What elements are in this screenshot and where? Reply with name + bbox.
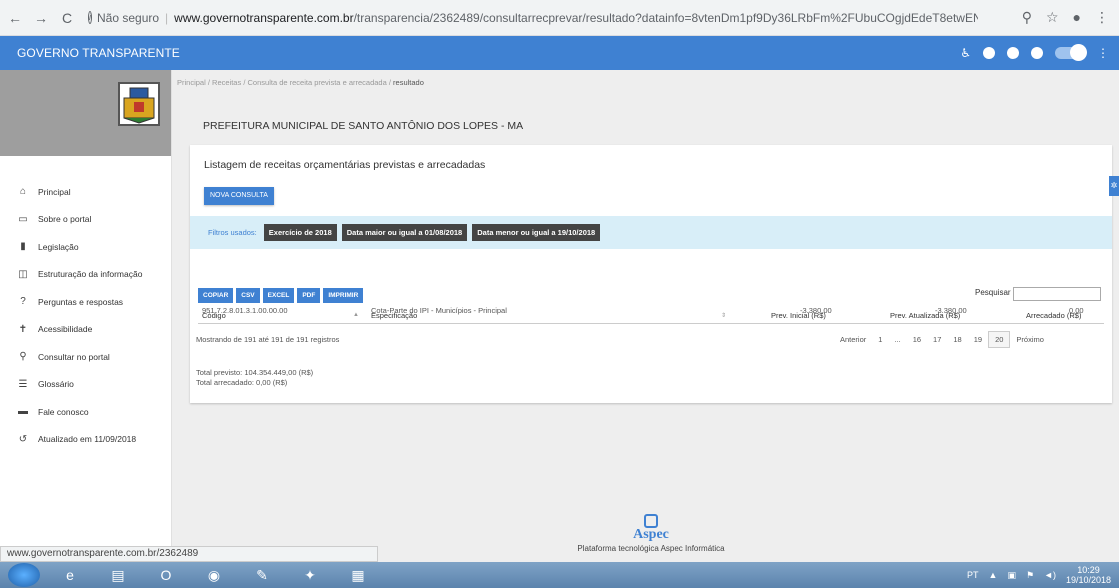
clock-time: 10:29 [1077, 565, 1100, 575]
history-icon: ↺ [18, 433, 28, 445]
sidebar: ⌂ Principal ▭ Sobre o portal ▮ Legislação ◫… [0, 70, 172, 546]
sort-asc-icon[interactable]: ▲ [353, 312, 359, 318]
sidebar-item-acessibilidade[interactable]: ✝ Acessibilidade [0, 316, 171, 344]
sidebar-item-sobre[interactable]: ▭ Sobre o portal [0, 206, 171, 234]
question-icon: ? [20, 296, 26, 308]
print-button[interactable]: IMPRIMIR [323, 288, 364, 303]
accessibility-icon: ✝ [18, 323, 28, 335]
file-explorer-icon[interactable]: ▤ [98, 563, 138, 587]
flag-icon[interactable]: ⚑ [1026, 570, 1034, 581]
sidebar-item-label: Perguntas e respostas [38, 296, 124, 307]
side-widget-tab[interactable]: ✲ [1109, 176, 1119, 196]
sidebar-item-principal[interactable]: ⌂ Principal [0, 178, 171, 206]
language-indicator[interactable]: PT [967, 570, 979, 580]
os-taskbar: e ▤ O ◉ ✎ ✦ ▦ PT ▲ ▣ ⚑ ◄) 10:29 19/10/20… [0, 562, 1119, 588]
footer-text: Plataforma tecnológica Aspec Informática [577, 544, 725, 553]
info-icon[interactable]: i [88, 11, 92, 24]
sidebar-item-legislacao[interactable]: ▮ Legislação [0, 233, 171, 261]
sidebar-banner [0, 70, 171, 156]
start-button[interactable] [8, 563, 40, 587]
search-input[interactable] [1013, 287, 1101, 301]
sidebar-item-label: Glossário [38, 379, 74, 390]
pagination-next[interactable]: Próximo [1010, 335, 1050, 344]
pagination-page[interactable]: 17 [927, 335, 947, 344]
sidebar-item-label: Fale conosco [38, 406, 89, 417]
sidebar-item-estruturacao[interactable]: ◫ Estruturação da informação [0, 261, 171, 289]
pagination-previous[interactable]: Anterior [834, 335, 872, 344]
pagination-page[interactable]: 1 [872, 335, 888, 344]
sort-both-icon[interactable]: ⇕ [721, 312, 726, 319]
footer: Aspec Plataforma tecnológica Aspec Infor… [566, 514, 736, 553]
total-previsto: Total previsto: 104.354.449,00 (R$) [196, 368, 314, 377]
sidebar-item-fale-conosco[interactable]: ▬ Fale conosco [0, 398, 171, 426]
cell-prev-atualizada: -3.380,00 [935, 306, 967, 315]
sidebar-item-label: Sobre o portal [38, 214, 92, 225]
forward-icon[interactable]: → [30, 10, 52, 26]
excel-button[interactable]: EXCEL [262, 288, 295, 303]
security-label: Não seguro [97, 10, 160, 25]
pagination-ellipsis: ... [894, 335, 901, 344]
cell-prev-inicial: -3.380,00 [800, 306, 832, 315]
sidebar-item-glossario[interactable]: ☰ Glossário [0, 371, 171, 399]
sidebar-item-label: Principal [38, 186, 71, 197]
app-icon[interactable]: ✦ [290, 563, 330, 587]
sidebar-item-atualizado: ↺ Atualizado em 11/09/2018 [0, 426, 171, 454]
pdf-button[interactable]: PDF [297, 288, 321, 303]
cell-arrecadado: 0,00 [1069, 306, 1084, 315]
cell-codigo: 951.7.2.8.01.3.1.00.00.00 [202, 306, 288, 315]
outlook-icon[interactable]: O [146, 563, 186, 587]
totals: Total previsto: 104.354.449,00 (R$) Tota… [196, 368, 313, 388]
municipal-crest-logo [118, 82, 160, 126]
sidebar-item-label: Atualizado em 11/09/2018 [38, 434, 137, 445]
home-icon: ⌂ [19, 186, 27, 198]
calculator-icon[interactable]: ▦ [338, 563, 378, 587]
chrome-icon[interactable]: ◉ [194, 563, 234, 587]
sidebar-item-label: Acessibilidade [38, 324, 93, 335]
csv-button[interactable]: CSV [236, 288, 260, 303]
copy-button[interactable]: COPIAR [198, 288, 234, 303]
app-title: GOVERNO TRANSPARENTE [17, 46, 180, 60]
sidebar-item-label: Estruturação da informação [38, 269, 143, 280]
sidebar-item-consultar[interactable]: ⚲ Consultar no portal [0, 343, 171, 371]
table-info: Mostrando de 191 até 191 de 191 registro… [196, 335, 340, 344]
total-arrecadado: Total arrecadado: 0,00 (R$) [196, 378, 288, 387]
sidebar-item-label: Consultar no portal [38, 351, 110, 362]
pagination: Anterior 1 ... 16 17 18 19 20 Próximo [834, 331, 1050, 348]
ie-icon[interactable]: e [50, 563, 90, 587]
tray-arrow-icon[interactable]: ▲ [989, 570, 998, 580]
sidebar-menu: ⌂ Principal ▭ Sobre o portal ▮ Legislação ◫… [0, 178, 171, 453]
table-region: COPIAR CSV EXCEL PDF IMPRIMIR Pesquisar … [190, 0, 1112, 588]
export-toolbar: COPIAR CSV EXCEL PDF IMPRIMIR [198, 288, 364, 303]
clock-date: 19/10/2018 [1065, 575, 1111, 585]
network-icon[interactable]: ▣ [1007, 570, 1016, 581]
search-label: Pesquisar [975, 288, 1011, 297]
url-separator: | [165, 10, 169, 25]
aspec-logo-icon [644, 514, 658, 528]
sidebar-item-perguntas[interactable]: ? Perguntas e respostas [0, 288, 171, 316]
paint-icon[interactable]: ✎ [242, 563, 282, 587]
search-icon: ⚲ [19, 351, 27, 363]
footer-brand: Aspec [633, 527, 669, 542]
sidebar-item-label: Legislação [38, 241, 79, 252]
system-tray: PT ▲ ▣ ⚑ ◄) 10:29 19/10/2018 [967, 565, 1111, 585]
pagination-page[interactable]: 19 [968, 335, 988, 344]
pagination-page[interactable]: 18 [947, 335, 967, 344]
reload-icon[interactable]: C [56, 10, 78, 26]
chat-icon: ▬ [18, 406, 28, 418]
table-header-divider [198, 323, 1104, 324]
folder-icon: ▭ [18, 213, 28, 225]
document-icon: ▮ [20, 241, 26, 253]
back-icon[interactable]: ← [4, 10, 26, 26]
layers-icon: ◫ [18, 268, 28, 280]
volume-icon[interactable]: ◄) [1044, 570, 1056, 580]
pagination-page[interactable]: 16 [907, 335, 927, 344]
status-bar-url: www.governotransparente.com.br/2362489 [0, 546, 378, 562]
pagination-page-active[interactable]: 20 [988, 331, 1011, 348]
cell-especificacao: Cota-Parte do IPI - Municípios - Princip… [371, 306, 507, 315]
list-icon: ☰ [18, 378, 28, 390]
clock[interactable]: 10:29 19/10/2018 [1066, 565, 1111, 585]
